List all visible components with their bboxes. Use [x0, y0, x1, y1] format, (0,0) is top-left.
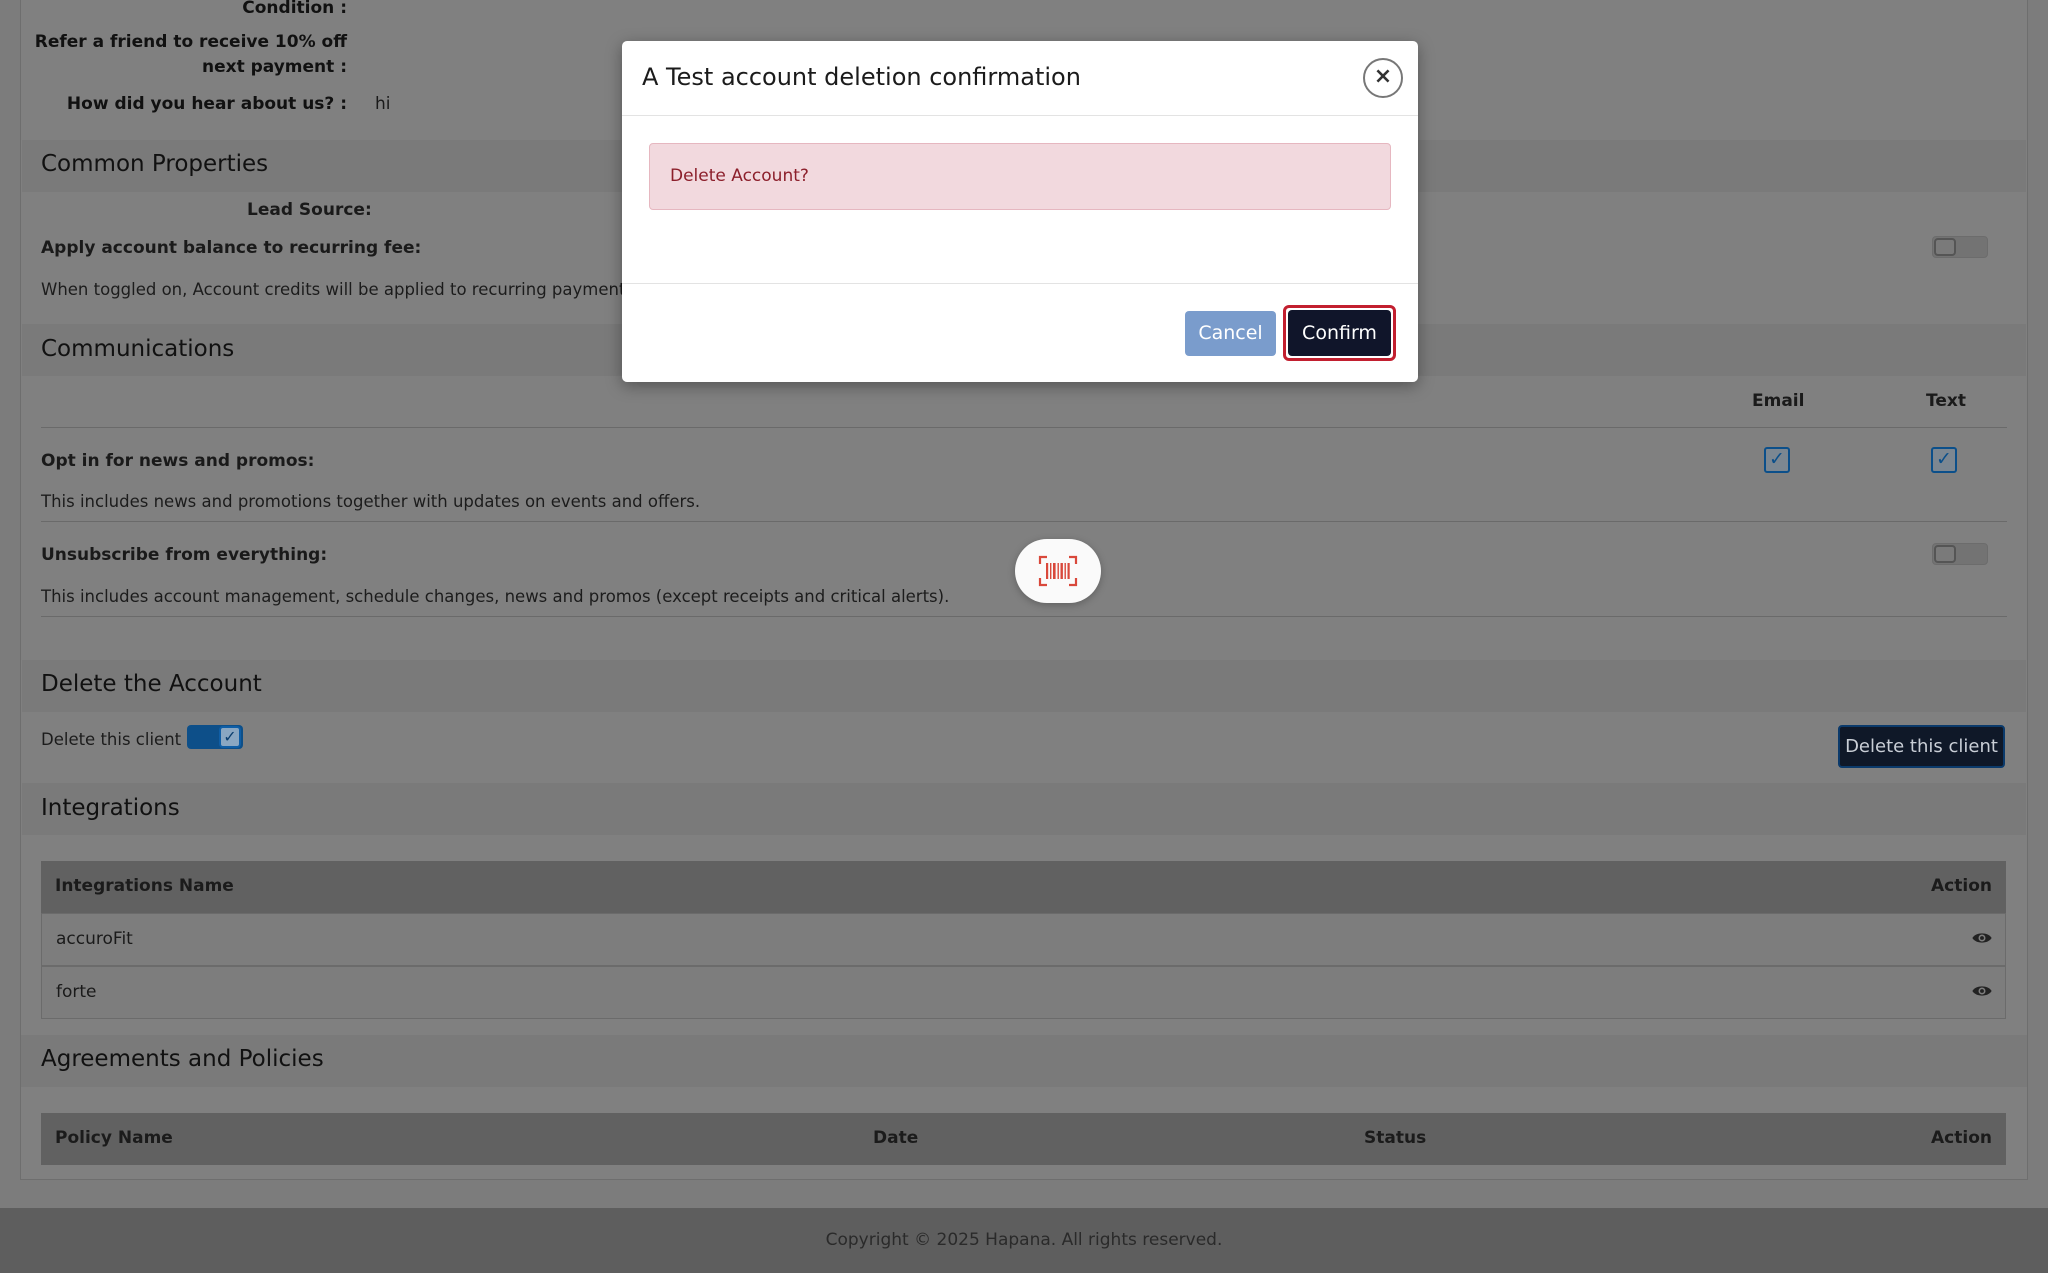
unsubscribe-toggle[interactable]: [1932, 543, 1988, 565]
delete-alert: Delete Account?: [649, 143, 1391, 210]
email-column-header: Email: [1752, 391, 1805, 411]
unsubscribe-label: Unsubscribe from everything:: [41, 545, 328, 565]
optin-email-checkbox[interactable]: ✓: [1764, 447, 1790, 473]
optin-label: Opt in for news and promos:: [41, 451, 315, 471]
check-icon: ✓: [219, 726, 241, 748]
alert-text: Delete Account?: [670, 166, 809, 186]
policy-name-header: Policy Name: [55, 1128, 173, 1148]
toggle-knob: [1934, 545, 1956, 563]
eye-icon[interactable]: [1971, 931, 1993, 945]
refer-friend-label: Refer a friend to receive 10% off next p…: [34, 32, 347, 77]
delete-account-band: [22, 660, 2026, 712]
integrations-table-header: Integrations Name Action: [41, 861, 2006, 913]
date-header: Date: [873, 1128, 919, 1148]
communications-title: Communications: [41, 336, 235, 362]
hear-about-value: hi: [375, 94, 391, 114]
condition-label: Condition :: [242, 0, 347, 18]
common-properties-title: Common Properties: [41, 151, 269, 177]
apply-balance-description: When toggled on, Account credits will be…: [41, 280, 640, 299]
action-header: Action: [1931, 1128, 1992, 1148]
delete-client-button[interactable]: Delete this client: [1838, 725, 2005, 768]
modal-divider: [622, 115, 1418, 116]
confirm-button[interactable]: Confirm: [1288, 310, 1391, 356]
integrations-name-header: Integrations Name: [55, 876, 234, 896]
apply-balance-toggle[interactable]: [1932, 236, 1988, 258]
barcode-scanner-button[interactable]: [1015, 539, 1101, 603]
copyright-text: Copyright © 2025 Hapana. All rights rese…: [825, 1230, 1223, 1250]
eye-icon[interactable]: [1971, 984, 1993, 998]
text-column-header: Text: [1926, 391, 1966, 411]
divider: [41, 616, 2007, 617]
lead-source-label: Lead Source:: [247, 200, 372, 220]
agreements-title: Agreements and Policies: [41, 1046, 324, 1072]
hear-about-label: How did you hear about us? :: [66, 94, 347, 114]
delete-account-title: Delete the Account: [41, 671, 262, 697]
optin-description: This includes news and promotions togeth…: [41, 492, 701, 511]
delete-client-label: Delete this client: [41, 730, 182, 749]
modal-title: A Test account deletion confirmation: [642, 63, 1081, 91]
table-row: accuroFit: [41, 913, 2006, 966]
cancel-button[interactable]: Cancel: [1185, 311, 1276, 356]
integration-name: accuroFit: [56, 929, 133, 949]
unsubscribe-description: This includes account management, schedu…: [41, 587, 950, 606]
divider: [41, 427, 2007, 428]
modal-divider: [622, 283, 1418, 284]
agreements-table-header: Policy Name Date Status Action: [41, 1113, 2006, 1165]
status-header: Status: [1364, 1128, 1427, 1148]
footer: Copyright © 2025 Hapana. All rights rese…: [0, 1208, 2048, 1273]
optin-text-checkbox[interactable]: ✓: [1931, 447, 1957, 473]
close-icon[interactable]: ×: [1363, 58, 1403, 98]
toggle-knob: [1934, 238, 1956, 256]
integrations-title: Integrations: [41, 795, 180, 821]
integrations-band: [22, 783, 2026, 835]
integrations-action-header: Action: [1931, 876, 1992, 896]
delete-client-toggle[interactable]: ✓: [187, 725, 243, 749]
divider: [41, 521, 2007, 522]
delete-confirmation-modal: A Test account deletion confirmation × D…: [622, 41, 1418, 382]
table-row: forte: [41, 966, 2006, 1019]
apply-balance-label: Apply account balance to recurring fee:: [41, 238, 422, 258]
barcode-icon: [1038, 555, 1078, 587]
integration-name: forte: [56, 982, 97, 1002]
